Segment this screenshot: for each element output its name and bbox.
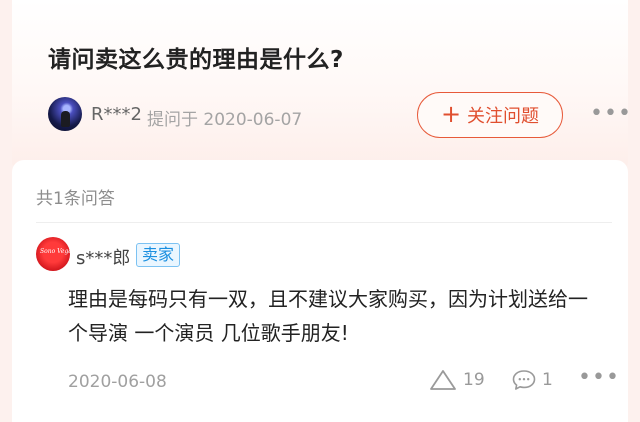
answer-count: 共1条问答 [36,189,115,209]
like-button[interactable]: 19 [428,368,485,392]
answer-more-icon[interactable]: ••• [578,367,620,389]
answers-card: 共1条问答 Sono Vega s***郎 卖家 理由是每码只有一双，且不建议大… [12,160,628,422]
question-more-icon[interactable]: ••• [590,103,632,125]
like-count: 19 [463,370,485,390]
asker-name[interactable]: R***2 [91,104,142,125]
follow-button-label: 关注问题 [467,106,540,127]
comment-bubble-icon [512,370,536,390]
comment-count: 1 [542,370,553,390]
follow-question-button[interactable]: + 关注问题 [417,92,563,138]
seller-avatar[interactable]: Sono Vega [36,237,70,271]
avatar-figure [61,111,70,127]
comment-button[interactable]: 1 [511,368,553,392]
asked-date: 提问于 2020-06-07 [147,110,303,130]
plus-icon: + [440,100,462,128]
avatar-logo-text: Sono Vega [40,248,70,255]
triangle-like-icon [430,370,456,390]
qa-page: 请问卖这么贵的理由是什么? R***2 提问于 2020-06-07 + 关注问… [0,0,640,422]
divider [36,222,612,223]
answer-date: 2020-06-08 [68,372,167,392]
seller-badge: 卖家 [136,243,181,267]
question-header: 请问卖这么贵的理由是什么? R***2 提问于 2020-06-07 + 关注问… [12,0,631,168]
asker-avatar[interactable] [48,97,82,131]
question-title: 请问卖这么贵的理由是什么? [48,47,344,73]
answer-text: 理由是每码只有一双，且不建议大家购买，因为计划送给一个导演 一个演员 几位歌手朋… [68,287,588,345]
answer-user-name[interactable]: s***郎 [76,244,130,270]
